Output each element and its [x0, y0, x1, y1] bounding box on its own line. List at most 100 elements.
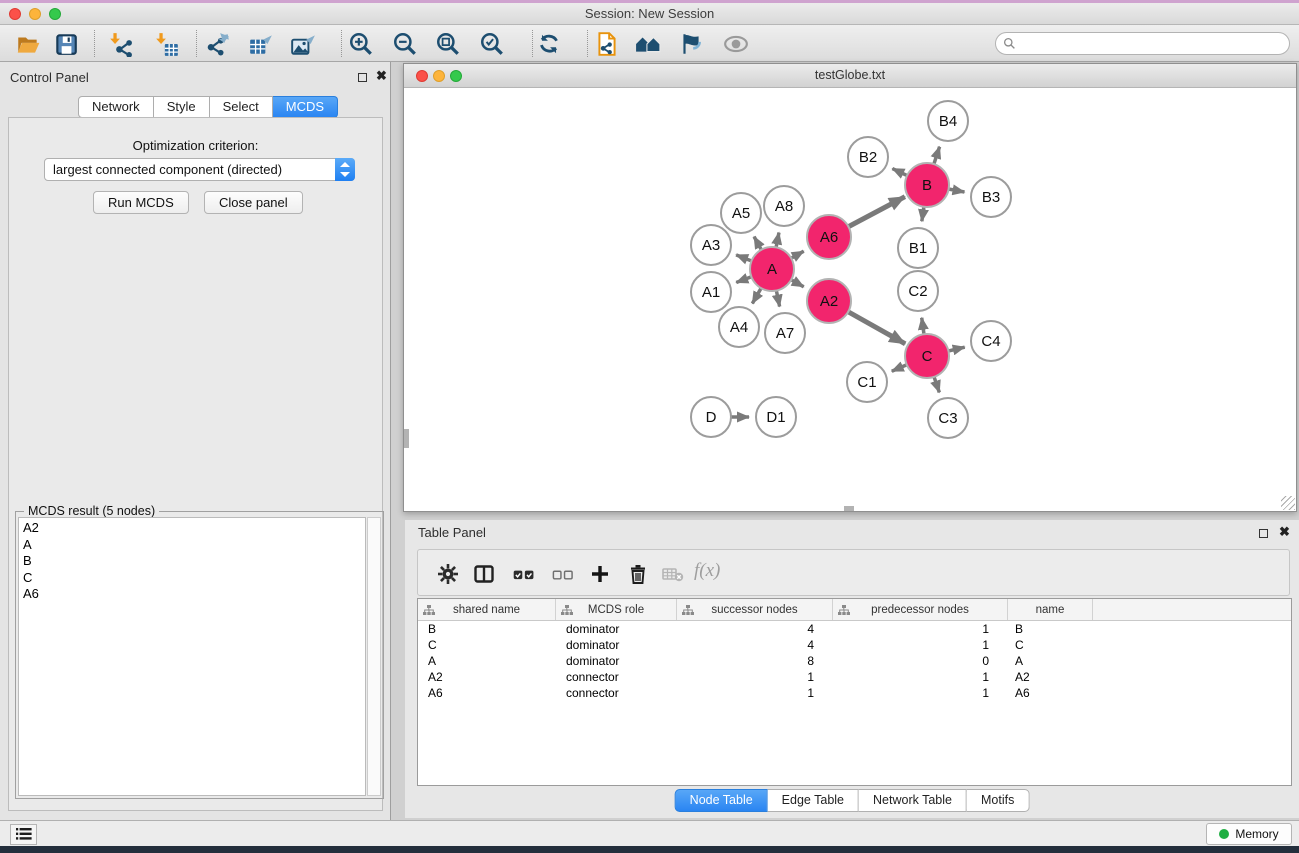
import-network-button[interactable] [104, 29, 138, 58]
run-mcds-button[interactable]: Run MCDS [93, 191, 189, 214]
column-label: MCDS role [588, 604, 644, 616]
tab-motifs[interactable]: Motifs [967, 789, 1029, 812]
graph-node-C[interactable]: C [905, 334, 949, 378]
tab-select[interactable]: Select [210, 96, 273, 118]
graph-node-D[interactable]: D [691, 397, 731, 437]
column-header-name[interactable]: name [1008, 599, 1093, 620]
memory-button[interactable]: Memory [1206, 823, 1292, 845]
table-row[interactable]: A2connector11A2 [418, 669, 1291, 685]
tab-edge-table[interactable]: Edge Table [768, 789, 859, 812]
export-table-button[interactable] [244, 29, 278, 58]
graph-node-A[interactable]: A [750, 247, 794, 291]
table-cell: 1 [677, 669, 833, 685]
result-item[interactable]: A2 [23, 520, 365, 537]
node-label: A3 [702, 237, 720, 254]
table-toolbar: f(x) [417, 549, 1290, 596]
float-panel-icon[interactable] [358, 73, 367, 82]
column-label: shared name [453, 604, 520, 616]
add-column-button[interactable] [585, 559, 615, 589]
graph-node-B1[interactable]: B1 [898, 228, 938, 268]
tab-node-table[interactable]: Node Table [675, 789, 768, 812]
result-item[interactable]: C [23, 570, 365, 587]
first-neighbors-button[interactable] [631, 29, 665, 58]
hierarchy-icon [682, 604, 694, 616]
column-header-shared-name[interactable]: shared name [418, 599, 556, 620]
graph-node-D1[interactable]: D1 [756, 397, 796, 437]
graph-node-C4[interactable]: C4 [971, 321, 1011, 361]
close-panel-icon[interactable]: ✖ [376, 68, 387, 84]
task-history-button[interactable] [10, 824, 37, 845]
node-label: C3 [938, 410, 957, 427]
refresh-button[interactable] [532, 29, 566, 58]
export-network-button[interactable] [201, 29, 235, 58]
graph-node-B4[interactable]: B4 [928, 101, 968, 141]
node-label: C1 [857, 374, 876, 391]
graph-node-A1[interactable]: A1 [691, 272, 731, 312]
result-item[interactable]: A6 [23, 586, 365, 603]
zoom-in-button[interactable] [344, 29, 378, 58]
horizontal-scrollbar-thumb[interactable] [844, 506, 854, 511]
delete-columns-button[interactable] [623, 559, 653, 589]
graph-node-A5[interactable]: A5 [721, 193, 761, 233]
table-options-button[interactable] [433, 559, 463, 589]
deselect-all-button[interactable] [548, 559, 578, 589]
plus-icon [588, 562, 612, 586]
export-image-button[interactable] [286, 29, 320, 58]
graph-node-A4[interactable]: A4 [719, 307, 759, 347]
close-panel-button[interactable]: Close panel [204, 191, 303, 214]
vertical-scrollbar-thumb[interactable] [404, 429, 409, 448]
new-network-from-selection-button[interactable] [590, 29, 624, 58]
graph-node-C2[interactable]: C2 [898, 271, 938, 311]
result-item[interactable]: A [23, 537, 365, 554]
show-hide-eye-button[interactable] [719, 29, 753, 58]
mcds-result-list[interactable]: A2 A B C A6 [18, 517, 366, 796]
zoom-selected-button[interactable] [475, 29, 509, 58]
delete-table-button[interactable] [658, 559, 688, 589]
tab-mcds[interactable]: MCDS [273, 96, 338, 118]
table-row[interactable]: Bdominator41B [418, 621, 1291, 637]
table-row[interactable]: Adominator80A [418, 653, 1291, 669]
graph-node-B3[interactable]: B3 [971, 177, 1011, 217]
network-window-titlebar[interactable]: testGlobe.txt [404, 64, 1296, 88]
search-icon [1003, 37, 1016, 50]
window-resize-grip[interactable] [1281, 496, 1295, 510]
graph-node-A7[interactable]: A7 [765, 313, 805, 353]
optimization-criterion-dropdown[interactable]: largest connected component (directed) [44, 158, 355, 181]
save-session-button[interactable] [49, 29, 83, 58]
zoom-fit-button[interactable] [431, 29, 465, 58]
graph-node-C3[interactable]: C3 [928, 398, 968, 438]
open-file-button[interactable] [11, 29, 45, 58]
result-item[interactable]: B [23, 553, 365, 570]
table-row[interactable]: A6connector11A6 [418, 685, 1291, 701]
zoom-out-button[interactable] [388, 29, 422, 58]
float-panel-icon[interactable] [1259, 529, 1268, 538]
show-columns-button[interactable] [469, 559, 499, 589]
graph-node-A3[interactable]: A3 [691, 225, 731, 265]
table-row[interactable]: Cdominator41C [418, 637, 1291, 653]
select-all-button[interactable] [509, 559, 539, 589]
tab-style[interactable]: Style [154, 96, 210, 118]
tab-network-table[interactable]: Network Table [859, 789, 967, 812]
table-tabs: Node Table Edge Table Network Table Moti… [675, 789, 1030, 812]
column-header-mcds-role[interactable]: MCDS role [556, 599, 677, 620]
column-header-predecessor-nodes[interactable]: predecessor nodes [833, 599, 1008, 620]
graph-node-B2[interactable]: B2 [848, 137, 888, 177]
annotation-flag-button[interactable] [674, 29, 708, 58]
graph-node-C1[interactable]: C1 [847, 362, 887, 402]
node-table: shared name MCDS role successor nodes pr… [417, 598, 1292, 786]
network-canvas[interactable]: B4 B2 B B3 A8A5 A6 A3 B1 A C2 A1 A2 A4A7 C4 C C1 C3 D D1 [404, 88, 1296, 511]
import-table-button[interactable] [150, 29, 184, 58]
table-cell: dominator [556, 621, 677, 637]
houses-icon [635, 31, 661, 57]
graph-node-B[interactable]: B [905, 163, 949, 207]
close-panel-icon[interactable]: ✖ [1279, 524, 1290, 540]
graph-node-A2[interactable]: A2 [807, 279, 851, 323]
tab-network[interactable]: Network [78, 96, 154, 118]
graph-node-A6[interactable]: A6 [807, 215, 851, 259]
table-cell: B [1008, 621, 1093, 637]
search-input[interactable] [1016, 37, 1289, 51]
function-builder-button[interactable]: f(x) [694, 560, 720, 582]
column-header-successor-nodes[interactable]: successor nodes [677, 599, 833, 620]
graph-node-A8[interactable]: A8 [764, 186, 804, 226]
result-scrollbar[interactable] [367, 517, 381, 796]
